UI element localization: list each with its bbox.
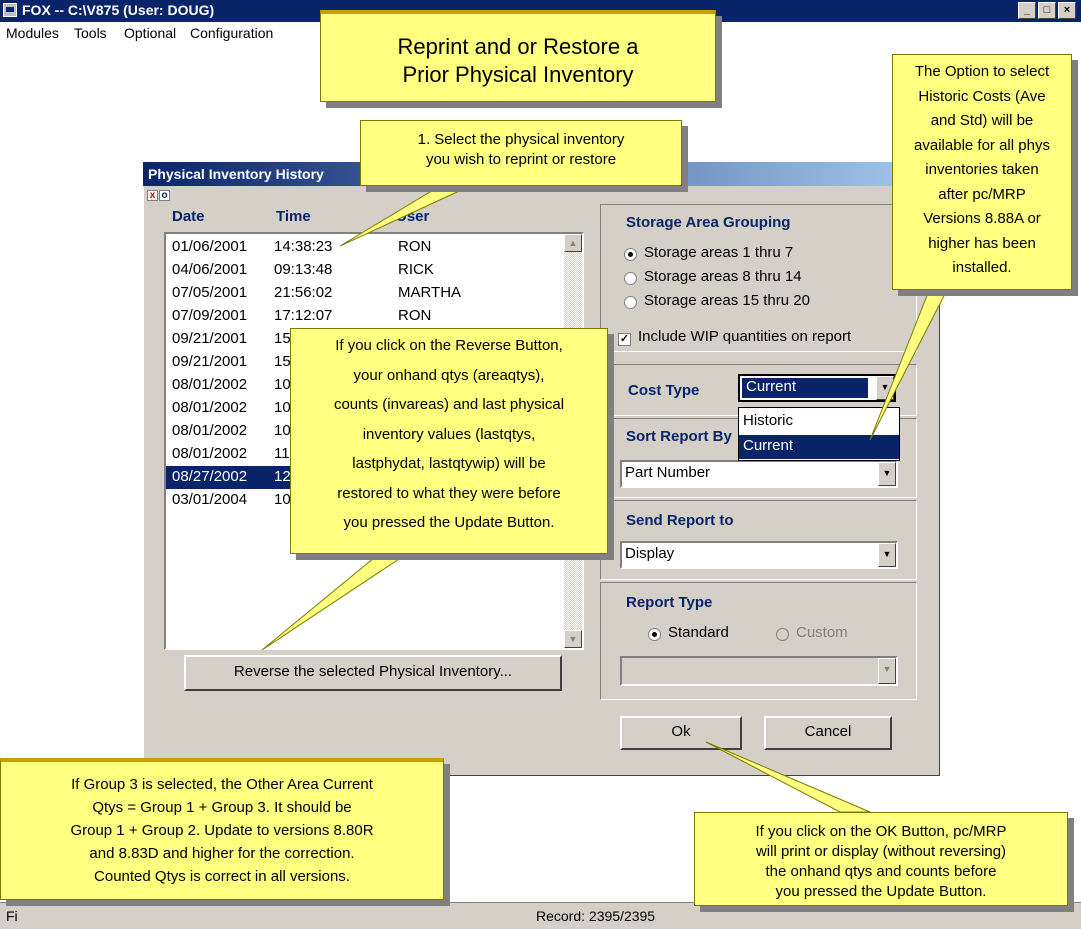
title-line-1: Reprint and or Restore a — [397, 34, 639, 59]
select-pointer — [339, 185, 471, 247]
reverse-line-1: If you click on the Reverse Button, — [335, 337, 563, 354]
ok-line-3: the onhand qtys and counts before — [765, 863, 997, 880]
historic-line-2: Historic Costs (Ave — [918, 87, 1046, 105]
select-callout: 1. Select the physical inventory you wis… — [360, 120, 682, 186]
historic-callout: The Option to select Historic Costs (Ave a… — [892, 54, 1072, 290]
reverse-callout: If you click on the Reverse Button, your … — [290, 328, 608, 554]
reverse-line-7: you pressed the Update Button. — [343, 514, 555, 531]
historic-line-9: installed. — [952, 259, 1012, 276]
historic-pointer — [869, 287, 949, 441]
group3-callout: If Group 3 is selected, the Other Area C… — [0, 758, 444, 900]
historic-line-1: The Option to select — [914, 63, 1050, 80]
historic-line-3: and Std) will be — [930, 112, 1034, 129]
group3-line-2: Qtys = Group 1 + Group 3. It should be — [92, 799, 352, 816]
reverse-line-2: your onhand qtys (areaqtys), — [353, 366, 545, 384]
ok-callout: If you click on the OK Button, pc/MRP wil… — [694, 812, 1068, 906]
historic-line-6: after pc/MRP — [938, 185, 1026, 203]
reverse-line-3: counts (invareas) and last physical — [333, 396, 565, 413]
historic-line-5: inventories taken — [925, 161, 1039, 178]
ok-pointer — [705, 741, 871, 813]
title-callout: Reprint and or Restore a Prior Physical … — [320, 10, 716, 102]
ok-line-2: will print or display (without reversing… — [755, 843, 1007, 860]
group3-line-5: Counted Qtys is correct in all versions. — [94, 868, 350, 885]
historic-line-4: available for all phys — [914, 136, 1050, 154]
title-line-2: Prior Physical Inventory — [402, 62, 634, 87]
group3-line-3: Group 1 + Group 2. Update to versions 8.… — [70, 822, 374, 839]
ok-line-4: you pressed the Update Button. — [775, 883, 987, 900]
reverse-pointer — [261, 552, 410, 651]
historic-line-8: higher has been — [928, 234, 1036, 252]
group3-line-4: and 8.83D and higher for the correction. — [89, 845, 355, 862]
reverse-line-5: lastphydat, lastqtywip) will be — [352, 455, 546, 472]
historic-line-7: Versions 8.88A or — [923, 210, 1041, 227]
group3-line-1: If Group 3 is selected, the Other Area C… — [71, 776, 373, 793]
select-line-1: 1. Select the physical inventory — [417, 131, 625, 148]
select-line-2: you wish to reprint or restore — [425, 151, 617, 168]
reverse-line-4: inventory values (lastqtys, — [362, 425, 536, 443]
ok-line-1: If you click on the OK Button, pc/MRP — [755, 823, 1007, 840]
reverse-line-6: restored to what they were before — [337, 484, 561, 502]
